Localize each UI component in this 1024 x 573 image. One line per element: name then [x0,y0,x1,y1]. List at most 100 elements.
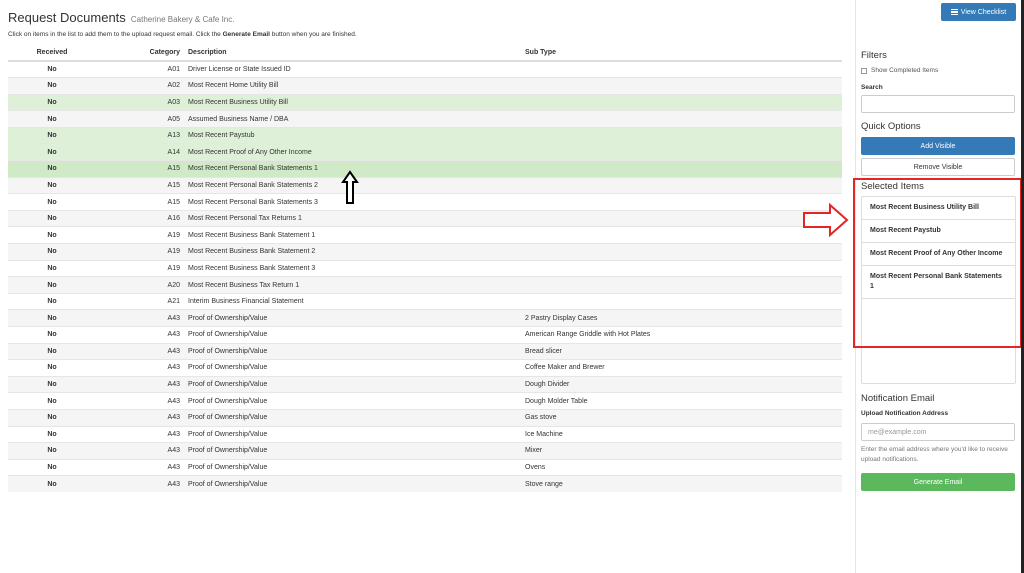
cell-received: No [8,458,96,476]
cell-subtype [521,93,842,111]
instructions-text: Click on items in the list to add them t… [8,31,357,38]
cell-subtype [521,259,842,277]
table-row[interactable]: No A43 Proof of Ownership/Value Ice Machine [8,425,842,443]
table-row[interactable]: No A05 Assumed Business Name / DBA [8,110,842,128]
table-row[interactable]: No A43 Proof of Ownership/Value Dough Molde… [8,392,842,410]
cell-category: A19 [96,259,184,277]
table-row[interactable]: No A19 Most Recent Business Bank Statement… [8,243,842,261]
column-header-subtype[interactable]: Sub Type [521,45,842,62]
cell-received: No [8,160,96,178]
cell-category: A43 [96,458,184,476]
cell-category: A43 [96,392,184,410]
cell-subtype: Gas stove [521,408,842,427]
notification-email-input[interactable]: me@example.com [861,423,1015,441]
cell-received: No [8,309,96,327]
cell-subtype: Mixer [521,442,842,460]
cell-category: A05 [96,110,184,128]
cell-subtype: Dough Divider [521,375,842,393]
table-row[interactable]: No A43 Proof of Ownership/Value Dough Divid… [8,375,842,393]
table-row[interactable]: No A15 Most Recent Personal Bank Statement… [8,176,842,194]
documents-table-body: No A01 Driver License or State Issued ID No… [8,60,842,493]
generate-email-button[interactable]: Generate Email [861,473,1015,491]
table-row[interactable]: No A20 Most Recent Business Tax Return 1 [8,276,842,294]
cell-subtype: Dough Molder Table [521,392,842,410]
table-row[interactable]: No A43 Proof of Ownership/Value Mixer [8,442,842,460]
cell-received: No [8,292,96,310]
remove-visible-button[interactable]: Remove Visible [861,158,1015,176]
table-row[interactable]: No A43 Proof of Ownership/Value Coffee Make… [8,359,842,377]
show-completed-checkbox[interactable] [861,67,867,74]
cell-category: A15 [96,160,184,178]
table-row[interactable]: No A43 Proof of Ownership/Value Bread slice… [8,342,842,360]
table-row[interactable]: No A16 Most Recent Personal Tax Returns 1 [8,209,842,227]
cell-description: Assumed Business Name / DBA [184,110,521,128]
cell-category: A43 [96,442,184,460]
cell-description: Proof of Ownership/Value [184,425,521,443]
cell-received: No [8,77,96,95]
cell-received: No [8,93,96,111]
table-row[interactable]: No A43 Proof of Ownership/Value Ovens [8,458,842,476]
cell-category: A15 [96,176,184,194]
cell-received: No [8,110,96,128]
notification-email-help: Enter the email address where you'd like… [861,446,1008,463]
cell-description: Most Recent Business Bank Statement 1 [184,226,521,244]
annotation-highlight-box [853,178,1022,348]
cell-subtype: Bread slicer [521,342,842,360]
cell-received: No [8,143,96,161]
table-row[interactable]: No A19 Most Recent Business Bank Statement… [8,259,842,277]
cell-received: No [8,475,96,493]
page-title-text: Request Documents [8,10,126,25]
cell-category: A43 [96,425,184,443]
cell-description: Most Recent Personal Tax Returns 1 [184,209,521,227]
add-visible-button[interactable]: Add Visible [861,137,1015,155]
table-row[interactable]: No A13 Most Recent Paystub [8,126,842,144]
cell-received: No [8,342,96,360]
cell-category: A19 [96,243,184,261]
cell-received: No [8,226,96,244]
cell-received: No [8,60,96,78]
cell-category: A43 [96,342,184,360]
cell-subtype: Ice Machine [521,425,842,443]
table-row[interactable]: No A03 Most Recent Business Utility Bill [8,93,842,111]
cell-description: Driver License or State Issued ID [184,60,521,78]
cell-received: No [8,425,96,443]
table-row[interactable]: No A43 Proof of Ownership/Value 2 Pastry Di… [8,309,842,327]
cell-received: No [8,243,96,261]
table-row[interactable]: No A43 Proof of Ownership/Value Stove range [8,475,842,493]
cell-subtype [521,77,842,95]
cell-description: Proof of Ownership/Value [184,408,521,427]
cell-description: Proof of Ownership/Value [184,342,521,360]
cell-category: A13 [96,126,184,144]
table-row[interactable]: No A01 Driver License or State Issued ID [8,60,842,78]
cell-received: No [8,259,96,277]
cell-received: No [8,375,96,393]
cell-description: Most Recent Business Bank Statement 3 [184,259,521,277]
table-row[interactable]: No A15 Most Recent Personal Bank Statement… [8,193,842,211]
show-completed-toggle[interactable]: Show Completed Items [861,67,938,74]
cell-description: Most Recent Business Utility Bill [184,93,521,111]
table-row[interactable]: No A43 Proof of Ownership/Value American Ra… [8,326,842,344]
table-row[interactable]: No A19 Most Recent Business Bank Statement… [8,226,842,244]
cell-category: A43 [96,375,184,393]
filters-heading: Filters [861,50,887,61]
cell-description: Proof of Ownership/Value [184,375,521,393]
column-header-description[interactable]: Description [184,45,521,62]
table-row[interactable]: No A21 Interim Business Financial Statemen… [8,292,842,310]
cell-subtype: 2 Pastry Display Cases [521,309,842,327]
table-row[interactable]: No A15 Most Recent Personal Bank Statement… [8,160,842,178]
table-row[interactable]: No A02 Most Recent Home Utility Bill [8,77,842,95]
table-row[interactable]: No A14 Most Recent Proof of Any Other Inco… [8,143,842,161]
column-header-category[interactable]: Category [96,45,184,62]
cell-category: A43 [96,359,184,377]
search-input[interactable] [861,95,1015,113]
cell-received: No [8,359,96,377]
cell-subtype: Coffee Maker and Brewer [521,359,842,377]
cell-description: Proof of Ownership/Value [184,392,521,410]
show-completed-label: Show Completed Items [871,67,939,74]
cell-received: No [8,442,96,460]
cell-description: Most Recent Paystub [184,126,521,144]
company-name: Catherine Bakery & Cafe Inc. [130,15,235,24]
cell-description: Most Recent Proof of Any Other Income [184,143,521,161]
column-header-received[interactable]: Received [8,45,96,62]
table-row[interactable]: No A43 Proof of Ownership/Value Gas stove [8,408,842,427]
